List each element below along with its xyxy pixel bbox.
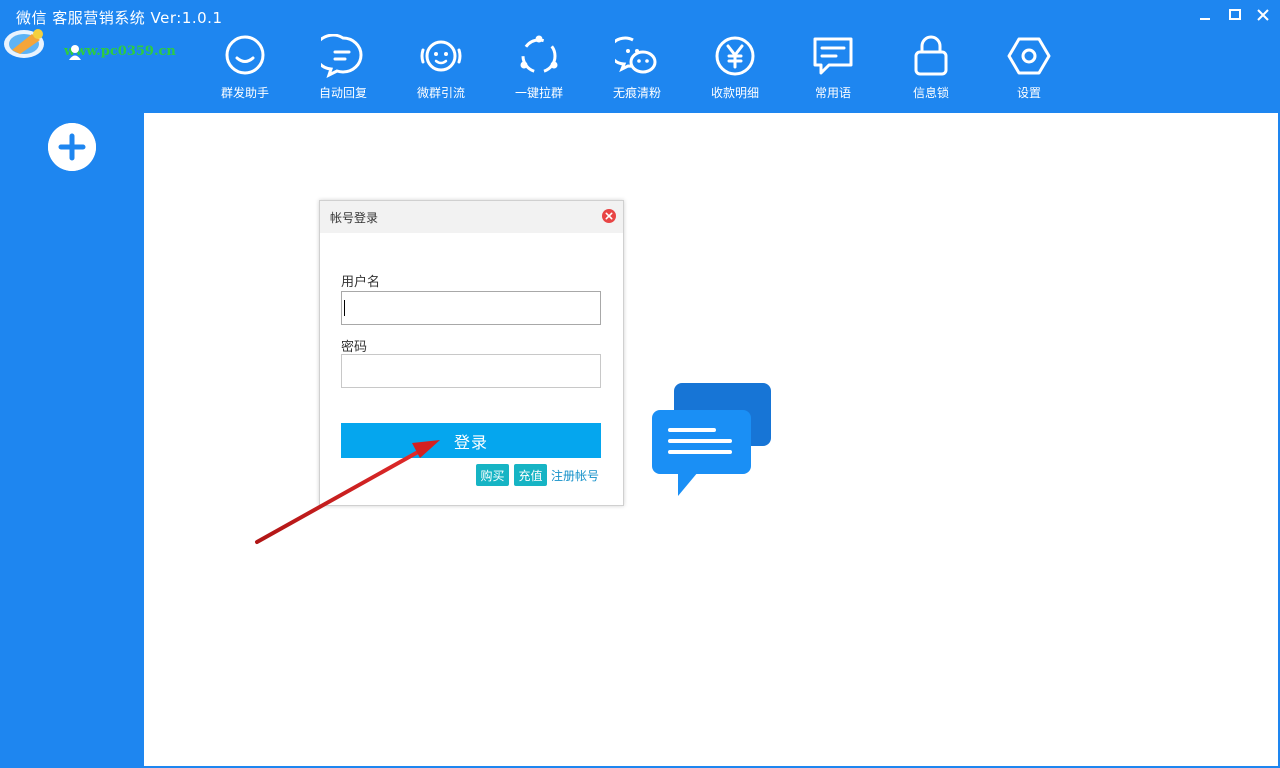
- hexagon-gear-icon: [1007, 34, 1051, 78]
- window-title: 微信 客服营销系统 Ver:1.0.1: [16, 9, 223, 27]
- add-account-button[interactable]: [48, 123, 96, 171]
- tool-auto-reply[interactable]: 自动回复: [294, 34, 392, 104]
- broadcast-face-icon: [419, 34, 463, 78]
- sidebar: [0, 113, 144, 768]
- tool-settings[interactable]: 设置: [980, 34, 1078, 104]
- main-toolbar: 群发助手 自动回复 微群引流 一键拉群 无痕清粉 收款明细 常用语 信息锁 设置: [196, 34, 1078, 104]
- tool-group-send[interactable]: 群发助手: [196, 34, 294, 104]
- tool-label: 常用语: [814, 86, 851, 100]
- recharge-button[interactable]: 充值: [514, 464, 547, 486]
- tool-label: 一键拉群: [514, 86, 563, 100]
- tool-label: 收款明细: [710, 86, 759, 100]
- tool-label: 设置: [1016, 86, 1041, 100]
- group-circle-icon: [517, 34, 561, 78]
- lock-icon: [909, 34, 953, 78]
- login-button[interactable]: 登录: [341, 423, 601, 458]
- tool-group-traffic[interactable]: 微群引流: [392, 34, 490, 104]
- chat-bubbles-illustration: [652, 383, 772, 498]
- tool-label: 自动回复: [318, 86, 367, 100]
- message-lines-icon: [321, 34, 365, 78]
- login-dialog: 帐号登录 用户名 密码 登录 购买 充值 注册帐号: [319, 200, 624, 506]
- tool-label: 信息锁: [912, 86, 949, 100]
- register-link[interactable]: 注册帐号: [551, 467, 599, 484]
- tool-label: 群发助手: [220, 86, 269, 100]
- tool-one-click-group[interactable]: 一键拉群: [490, 34, 588, 104]
- tool-label: 无痕清粉: [612, 86, 661, 100]
- wechat-icon: [615, 34, 659, 78]
- yen-icon: [713, 34, 757, 78]
- dialog-title: 帐号登录: [330, 211, 379, 225]
- text-caret: [344, 300, 345, 316]
- speech-lines-icon: [811, 34, 855, 78]
- close-icon[interactable]: [1252, 4, 1274, 26]
- tool-label: 微群引流: [416, 86, 465, 100]
- password-input[interactable]: [341, 354, 601, 388]
- username-label: 用户名: [341, 275, 381, 290]
- username-input[interactable]: [341, 291, 601, 325]
- title-bar: 微信 客服营销系统 Ver:1.0.1 www.pc0359.cn 群发助手 自…: [0, 0, 1280, 113]
- password-label: 密码: [341, 340, 368, 355]
- tool-clean-fans[interactable]: 无痕清粉: [588, 34, 686, 104]
- dialog-header: 帐号登录: [320, 201, 623, 233]
- tool-info-lock[interactable]: 信息锁: [882, 34, 980, 104]
- minimize-icon[interactable]: [1194, 4, 1216, 26]
- tool-payment-details[interactable]: 收款明细: [686, 34, 784, 104]
- buy-button[interactable]: 购买: [476, 464, 509, 486]
- plus-circle-icon: [48, 123, 96, 171]
- tool-common-phrases[interactable]: 常用语: [784, 34, 882, 104]
- user-avatar-icon: [68, 44, 82, 60]
- dialog-close-icon[interactable]: [602, 209, 616, 223]
- smile-chat-icon: [223, 34, 267, 78]
- maximize-icon[interactable]: [1224, 4, 1246, 26]
